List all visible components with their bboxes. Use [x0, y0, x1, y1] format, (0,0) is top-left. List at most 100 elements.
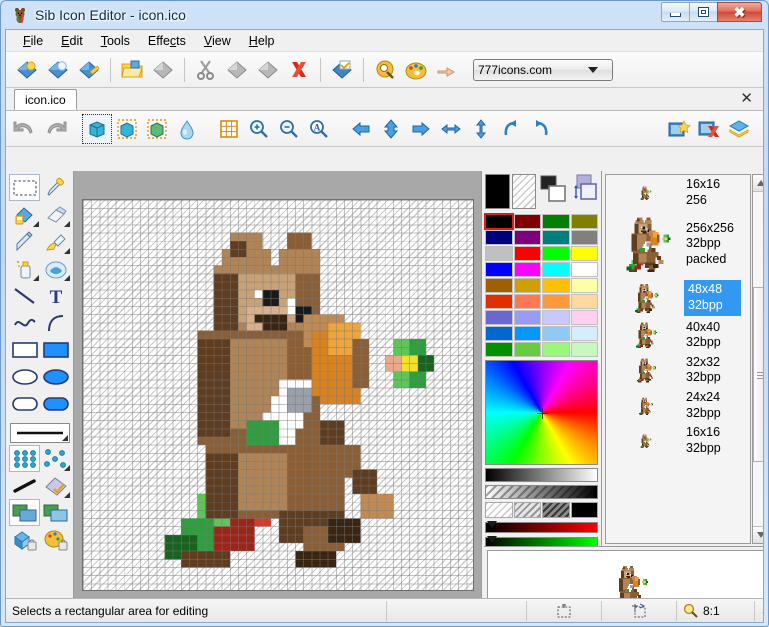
zoom-out-button[interactable]: [274, 114, 304, 144]
color-picker-tool[interactable]: [40, 174, 71, 201]
scroll-down-button[interactable]: [753, 526, 764, 543]
zoom-in-button[interactable]: [244, 114, 274, 144]
select-image-green-button[interactable]: [142, 114, 172, 144]
red-slider-knob[interactable]: [487, 521, 497, 528]
palette-swatch-29[interactable]: [514, 326, 542, 341]
palette-swatch-14[interactable]: [542, 262, 570, 277]
icon-bitmap[interactable]: [83, 200, 475, 592]
paste-button[interactable]: [253, 55, 283, 85]
palette-swatch-25[interactable]: [514, 310, 542, 325]
shift-right-button[interactable]: [406, 114, 436, 144]
menu-item-effects[interactable]: Effects: [139, 31, 195, 51]
palette-swatch-23[interactable]: [571, 294, 599, 309]
hand-pointer-button[interactable]: [432, 55, 462, 85]
image-list-item[interactable]: 40x40 32bpp: [606, 318, 750, 353]
gradient-cube-lock-tool[interactable]: [9, 526, 40, 553]
scatter-pattern-tool[interactable]: [40, 445, 71, 472]
smudge-tool[interactable]: [40, 255, 71, 282]
antialias-tool[interactable]: [40, 472, 71, 499]
pencil-tool[interactable]: [9, 228, 40, 255]
palette-swatch-8[interactable]: [485, 246, 513, 261]
menu-item-help[interactable]: Help: [240, 31, 284, 51]
menu-item-view[interactable]: View: [195, 31, 240, 51]
line-width-selector[interactable]: [10, 423, 70, 443]
zoom-text-button[interactable]: A: [304, 114, 334, 144]
palette-swatch-0[interactable]: [485, 214, 513, 229]
palette-swatch-21[interactable]: [514, 294, 542, 309]
alpha-preset-33[interactable]: [514, 502, 542, 518]
rectangle-select-tool[interactable]: [9, 174, 40, 201]
palette-swatch-35[interactable]: [571, 342, 599, 357]
ellipse-outline-tool[interactable]: [9, 363, 40, 390]
zoom-status[interactable]: 8:1: [677, 601, 755, 621]
scrollbar-track[interactable]: [753, 192, 764, 526]
palette-swatch-12[interactable]: [485, 262, 513, 277]
palette-swatch-18[interactable]: [542, 278, 570, 293]
alpha-preset-0[interactable]: [485, 502, 513, 518]
minimize-button[interactable]: [661, 2, 690, 22]
transparency-button[interactable]: [172, 114, 202, 144]
scroll-up-button[interactable]: [753, 175, 764, 192]
icon-collection-button[interactable]: [401, 55, 431, 85]
scrollbar-thumb[interactable]: [753, 287, 764, 462]
spray-can-tool[interactable]: [9, 255, 40, 282]
palette-swatch-34[interactable]: [542, 342, 570, 357]
transparent-layer-tool[interactable]: [40, 499, 71, 526]
palette-swatch-6[interactable]: [542, 230, 570, 245]
eraser-tool[interactable]: [40, 201, 71, 228]
swap-colors-button[interactable]: [570, 174, 598, 211]
palette-swatch-32[interactable]: [485, 342, 513, 357]
alpha-slider[interactable]: [485, 485, 598, 499]
line-tool[interactable]: [9, 282, 40, 309]
import-button[interactable]: [327, 55, 357, 85]
palette-swatch-11[interactable]: [571, 246, 599, 261]
opaque-layer-tool[interactable]: [9, 499, 40, 526]
image-list[interactable]: 16x16 256256x256 32bpp packed48x48 32bpp…: [605, 174, 751, 544]
delete-button[interactable]: [284, 55, 314, 85]
flip-horizontal-button[interactable]: [436, 114, 466, 144]
toggle-grid-button[interactable]: [214, 114, 244, 144]
image-list-item[interactable]: 32x32 32bpp: [606, 353, 750, 388]
rotate-left-button[interactable]: [496, 114, 526, 144]
text-tool[interactable]: T: [40, 282, 71, 309]
site-combo[interactable]: 777icons.com: [473, 59, 613, 81]
image-list-item[interactable]: 256x256 32bpp packed: [606, 210, 750, 278]
redo-button[interactable]: [40, 114, 70, 144]
rounded-rect-filled-tool[interactable]: [40, 390, 71, 417]
shift-vertical-button[interactable]: [376, 114, 406, 144]
image-formats-button[interactable]: [724, 114, 754, 144]
palette-swatch-1[interactable]: [514, 214, 542, 229]
palette-swatch-22[interactable]: [542, 294, 570, 309]
image-list-scrollbar[interactable]: [752, 174, 764, 544]
resize-grip[interactable]: [755, 601, 764, 621]
palette-swatch-4[interactable]: [485, 230, 513, 245]
alpha-preset-100[interactable]: [571, 502, 599, 518]
flip-vertical-button[interactable]: [466, 114, 496, 144]
rounded-rect-outline-tool[interactable]: [9, 390, 40, 417]
add-image-button[interactable]: [664, 114, 694, 144]
rectangle-filled-tool[interactable]: [40, 336, 71, 363]
undo-button[interactable]: [10, 114, 40, 144]
palette-swatch-10[interactable]: [542, 246, 570, 261]
search-icons-button[interactable]: [370, 55, 400, 85]
new-from-image-button[interactable]: [43, 55, 73, 85]
background-color-swatch[interactable]: [512, 174, 537, 209]
select-image-orange-button[interactable]: [112, 114, 142, 144]
canvas-scroll-area[interactable]: [74, 171, 482, 599]
open-button[interactable]: [117, 55, 147, 85]
alpha-preset-66[interactable]: [542, 502, 570, 518]
fill-tool[interactable]: [9, 201, 40, 228]
ellipse-filled-tool[interactable]: [40, 363, 71, 390]
maximize-button[interactable]: [689, 2, 718, 22]
image-list-item[interactable]: 24x24 32bpp: [606, 388, 750, 423]
save-button[interactable]: [148, 55, 178, 85]
palette-swatch-31[interactable]: [571, 326, 599, 341]
palette-swatch-16[interactable]: [485, 278, 513, 293]
palette-swatch-33[interactable]: [514, 342, 542, 357]
palette-swatch-30[interactable]: [542, 326, 570, 341]
tab-icon-ico[interactable]: icon.ico: [14, 89, 77, 110]
image-list-item[interactable]: 16x16 256: [606, 175, 750, 210]
select-image-button[interactable]: [82, 114, 112, 144]
menu-item-file[interactable]: File: [14, 31, 52, 51]
palette-swatch-3[interactable]: [571, 214, 599, 229]
